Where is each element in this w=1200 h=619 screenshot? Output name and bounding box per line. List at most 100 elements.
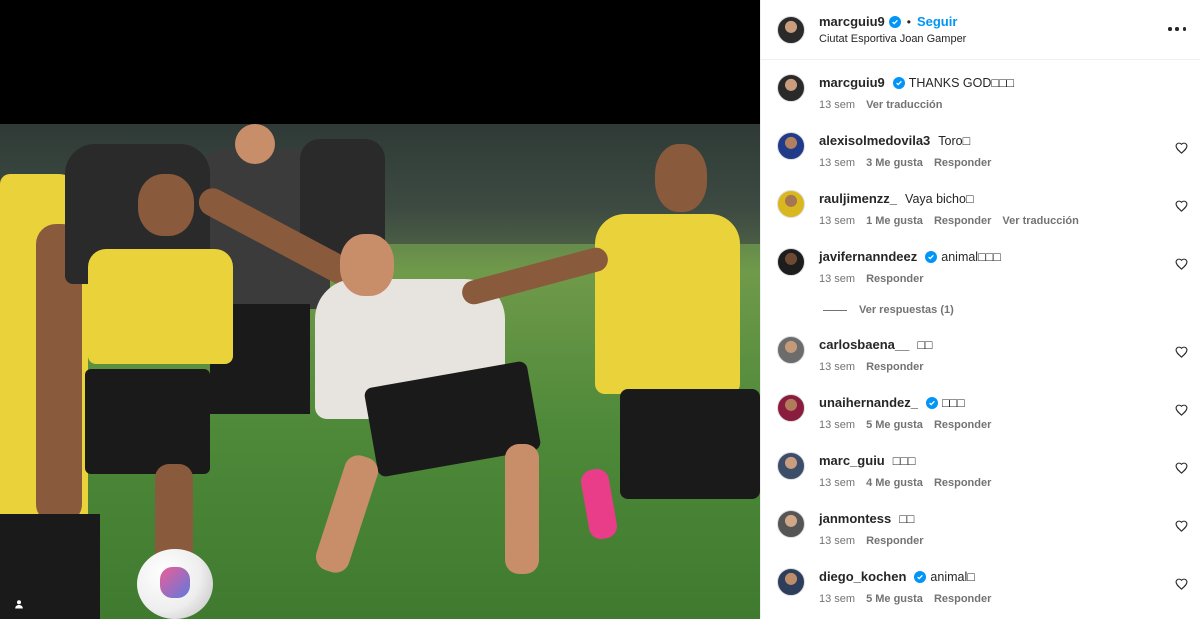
comment-avatar[interactable] — [777, 568, 805, 596]
comment-username[interactable]: carlosbaena__ — [819, 337, 909, 353]
comment-likes[interactable]: 3 Me gusta — [866, 157, 923, 169]
comment-avatar[interactable] — [777, 394, 805, 422]
comment-avatar[interactable] — [777, 510, 805, 538]
player-right-head — [655, 144, 707, 212]
reply-button[interactable]: Responder — [866, 361, 923, 373]
comment-likes[interactable]: 1 Me gusta — [866, 215, 923, 227]
heart-icon[interactable] — [1175, 200, 1188, 212]
reply-button[interactable]: Responder — [934, 419, 991, 431]
reply-button[interactable]: Responder — [934, 477, 991, 489]
comment-likes[interactable]: 4 Me gusta — [866, 477, 923, 489]
comment-text: □□ — [899, 512, 915, 526]
comment-username[interactable]: diego_kochen — [819, 569, 906, 585]
follow-button[interactable]: Seguir — [917, 14, 957, 29]
comment-text: Toro□ — [938, 134, 971, 148]
comment-likes[interactable]: 5 Me gusta — [866, 419, 923, 431]
heart-icon[interactable] — [1175, 578, 1188, 590]
comment-text: Vaya bicho□ — [905, 192, 974, 206]
heart-icon[interactable] — [1175, 346, 1188, 358]
reply-button[interactable]: Responder — [866, 535, 923, 547]
caption-author-username[interactable]: marcguiu9 — [819, 75, 885, 91]
comment-likes[interactable]: 5 Me gusta — [866, 593, 923, 605]
author-username[interactable]: marcguiu9 — [819, 14, 885, 29]
player-white-leg-left — [312, 451, 382, 577]
comment-time[interactable]: 13 sem — [819, 535, 855, 547]
comment-avatar[interactable] — [777, 190, 805, 218]
heart-icon[interactable] — [1175, 258, 1188, 270]
comment-avatar[interactable] — [777, 452, 805, 480]
comment-username[interactable]: unaihernandez_ — [819, 395, 918, 411]
player-white-head — [340, 234, 394, 296]
comment-item: marc_guiu □□□ 13 sem 4 Me gusta Responde… — [761, 438, 1200, 496]
comment-username[interactable]: janmontess — [819, 511, 891, 527]
view-replies-line — [823, 309, 847, 311]
verified-badge-icon — [925, 251, 938, 263]
more-options-icon[interactable] — [1168, 22, 1186, 36]
view-replies-label: Ver respuestas (1) — [859, 304, 954, 316]
reply-button[interactable]: Responder — [866, 273, 923, 285]
comment-item: rauljimenzz_ Vaya bicho□ 13 sem 1 Me gus… — [761, 176, 1200, 234]
player-main-shorts — [85, 369, 210, 474]
post-side-panel: marcguiu9 • Seguir Ciutat Esportiva Joan… — [760, 0, 1200, 619]
comment-username[interactable]: rauljimenzz_ — [819, 191, 897, 207]
user-tag-icon[interactable] — [10, 595, 28, 613]
comment-avatar[interactable] — [777, 248, 805, 276]
comment-time[interactable]: 13 sem — [819, 593, 855, 605]
comment-username[interactable]: marc_guiu — [819, 453, 885, 469]
soccer-ball — [137, 549, 213, 619]
comment-item: carlosbaena__ □□ 13 sem Responder — [761, 322, 1200, 380]
caption-translate-link[interactable]: Ver traducción — [866, 99, 942, 111]
heart-icon[interactable] — [1175, 404, 1188, 416]
translate-link[interactable]: Ver traducción — [1002, 215, 1078, 227]
post-photo — [0, 124, 760, 619]
staff-head-1 — [235, 124, 275, 164]
author-avatar[interactable] — [777, 15, 805, 44]
reply-button[interactable]: Responder — [934, 215, 991, 227]
comment-time[interactable]: 13 sem — [819, 157, 855, 169]
player-white-leg-right — [505, 444, 539, 574]
player-main-head — [138, 174, 194, 236]
player-right-arm — [459, 244, 611, 308]
post-location[interactable]: Ciutat Esportiva Joan Gamper — [819, 33, 966, 45]
comment-username[interactable]: alexisolmedovila3 — [819, 133, 930, 149]
post-media[interactable] — [0, 0, 760, 619]
caption-text: THANKS GOD□□□ — [908, 76, 1015, 90]
verified-badge-icon — [914, 571, 927, 583]
comment-username[interactable]: javifernanndeez — [819, 249, 917, 265]
comment-text: □□□ — [941, 396, 965, 410]
post-header: marcguiu9 • Seguir Ciutat Esportiva Joan… — [761, 0, 1200, 60]
reply-button[interactable]: Responder — [934, 157, 991, 169]
separator-dot: • — [906, 14, 911, 29]
heart-icon[interactable] — [1175, 142, 1188, 154]
heart-icon[interactable] — [1175, 520, 1188, 532]
caption-author-avatar[interactable] — [777, 74, 805, 102]
comment-avatar[interactable] — [777, 132, 805, 160]
heart-icon[interactable] — [1175, 462, 1188, 474]
comment-time[interactable]: 13 sem — [819, 419, 855, 431]
reply-button[interactable]: Responder — [934, 593, 991, 605]
comment-item: janmontess □□ 13 sem Responder — [761, 496, 1200, 554]
comment-item: unaihernandez_ □□□ 13 sem 5 Me gusta Res… — [761, 380, 1200, 438]
comment-item: diego_kochen animal□ 13 sem 5 Me gusta R… — [761, 554, 1200, 612]
comment-time[interactable]: 13 sem — [819, 361, 855, 373]
comment-time[interactable]: 13 sem — [819, 215, 855, 227]
comment-text: □□□ — [892, 454, 916, 468]
player-right-bib — [595, 214, 740, 394]
comment-avatar[interactable] — [777, 336, 805, 364]
comment-time[interactable]: 13 sem — [819, 273, 855, 285]
caption: marcguiu9 THANKS GOD□□□ 13 sem Ver tradu… — [761, 60, 1200, 118]
player-right-boot — [579, 467, 619, 541]
verified-badge-icon — [925, 397, 938, 409]
player-main-bib — [88, 249, 233, 364]
verified-badge-icon — [888, 15, 901, 28]
caption-time[interactable]: 13 sem — [819, 99, 855, 111]
comment-time[interactable]: 13 sem — [819, 477, 855, 489]
verified-badge-icon — [892, 77, 905, 89]
comment-text: animal□ — [930, 570, 975, 584]
comments-list[interactable]: marcguiu9 THANKS GOD□□□ 13 sem Ver tradu… — [761, 60, 1200, 619]
player-right-shorts — [620, 389, 760, 499]
comment-item: javifernanndeez animal□□□ 13 sem Respond… — [761, 234, 1200, 292]
comment-text: □□ — [917, 338, 933, 352]
view-replies-button[interactable]: Ver respuestas (1) — [761, 298, 1200, 322]
comment-item: alexisolmedovila3 Toro□ 13 sem 3 Me gust… — [761, 118, 1200, 176]
